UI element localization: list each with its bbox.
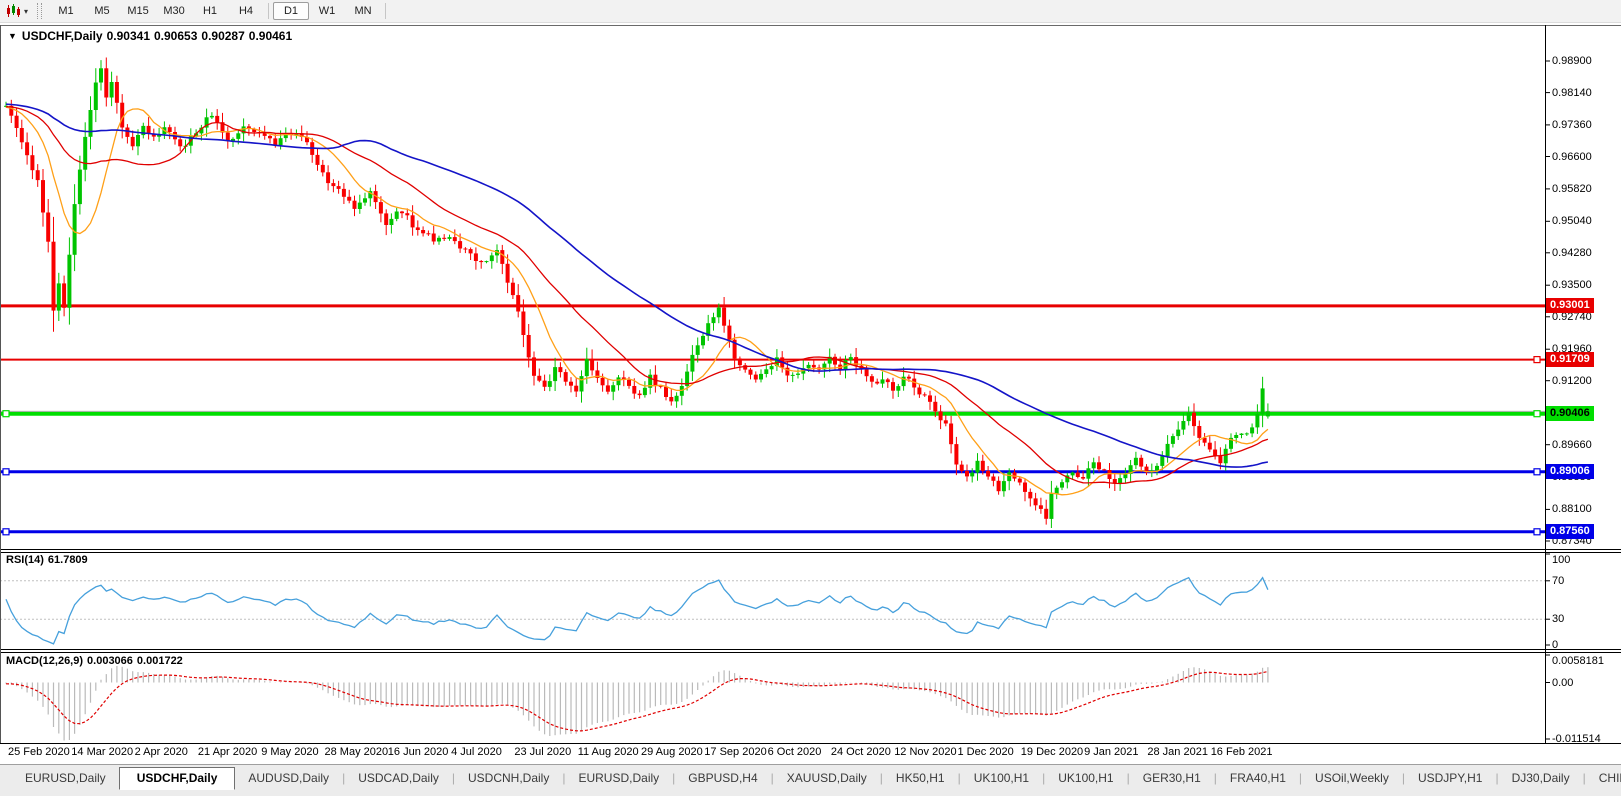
date-label: 1 Dec 2020 <box>958 746 1014 758</box>
tab-gbpusd-h4[interactable]: GBPUSD,H4 <box>675 768 770 789</box>
timeframe-m1-button[interactable]: M1 <box>48 2 84 20</box>
toolbar-grip[interactable] <box>37 3 42 19</box>
tab-usoil-weekly[interactable]: USOil,Weekly <box>1302 768 1402 789</box>
date-label: 29 Aug 2020 <box>641 746 703 758</box>
timeframe-m30-button[interactable]: M30 <box>156 2 192 20</box>
date-label: 2 Apr 2020 <box>135 746 188 758</box>
timeframe-w1-button[interactable]: W1 <box>309 2 345 20</box>
date-label: 24 Oct 2020 <box>831 746 891 758</box>
tab-uk100-h1[interactable]: UK100,H1 <box>1045 768 1126 789</box>
date-label: 4 Jul 2020 <box>451 746 502 758</box>
chart-canvas[interactable] <box>0 25 1621 744</box>
timeframe-m15-button[interactable]: M15 <box>120 2 156 20</box>
tab-hk50-h1[interactable]: HK50,H1 <box>883 768 958 789</box>
date-label: 19 Dec 2020 <box>1021 746 1083 758</box>
date-label: 16 Jun 2020 <box>388 746 449 758</box>
tab-ger30-h1[interactable]: GER30,H1 <box>1130 768 1214 789</box>
date-label: 9 Jan 2021 <box>1084 746 1138 758</box>
timeframe-h1-button[interactable]: H1 <box>192 2 228 20</box>
tab-audusd-daily[interactable]: AUDUSD,Daily <box>235 768 342 789</box>
tab-uk100-h1[interactable]: UK100,H1 <box>961 768 1042 789</box>
date-label: 11 Aug 2020 <box>578 746 639 758</box>
date-label: 28 Jan 2021 <box>1147 746 1208 758</box>
date-label: 14 Mar 2020 <box>71 746 133 758</box>
date-label: 12 Nov 2020 <box>894 746 956 758</box>
tab-usdchf-daily[interactable]: USDCHF,Daily <box>119 767 236 790</box>
date-label: 21 Apr 2020 <box>198 746 257 758</box>
tab-china300-h1[interactable]: CHINA300,H1 <box>1586 768 1621 789</box>
toolbar-separator <box>268 3 269 19</box>
date-label: 16 Feb 2021 <box>1211 746 1273 758</box>
timeframe-d1-button[interactable]: D1 <box>273 2 309 20</box>
timeframe-button-group: M1M5M15M30H1H4 D1W1MN <box>48 2 390 20</box>
chart-tabs: EURUSD,DailyUSDCHF,DailyAUDUSD,Daily|USD… <box>12 768 1621 790</box>
date-label: 25 Feb 2020 <box>8 746 70 758</box>
tab-eurusd-daily[interactable]: EURUSD,Daily <box>565 768 672 789</box>
timeframe-h4-button[interactable]: H4 <box>228 2 264 20</box>
toolbar-separator <box>385 3 386 19</box>
top-toolbar: ▾ M1M5M15M30H1H4 D1W1MN <box>0 0 1621 23</box>
date-label: 23 Jul 2020 <box>514 746 571 758</box>
tab-usdjpy-h1[interactable]: USDJPY,H1 <box>1405 768 1495 789</box>
timeframe-m5-button[interactable]: M5 <box>84 2 120 20</box>
tab-eurusd-daily[interactable]: EURUSD,Daily <box>12 768 119 789</box>
candlestick-chart-icon <box>6 4 22 18</box>
chart-type-button[interactable]: ▾ <box>3 3 31 19</box>
date-label: 6 Oct 2020 <box>768 746 822 758</box>
tab-xauusd-daily[interactable]: XAUUSD,Daily <box>774 768 880 789</box>
timeframe-mn-button[interactable]: MN <box>345 2 381 20</box>
date-label: 17 Sep 2020 <box>704 746 766 758</box>
chevron-down-icon[interactable]: ▾ <box>24 7 28 16</box>
tab-dj30-daily[interactable]: DJ30,Daily <box>1499 768 1583 789</box>
chart-tab-bar: EURUSD,DailyUSDCHF,DailyAUDUSD,Daily|USD… <box>0 764 1621 796</box>
tab-fra40-h1[interactable]: FRA40,H1 <box>1217 768 1299 789</box>
date-label: 28 May 2020 <box>325 746 389 758</box>
tab-usdcad-daily[interactable]: USDCAD,Daily <box>345 768 452 789</box>
date-label: 9 May 2020 <box>261 746 318 758</box>
tab-usdcnh-daily[interactable]: USDCNH,Daily <box>455 768 562 789</box>
time-axis[interactable]: 25 Feb 202014 Mar 20202 Apr 2020 21 Apr 2… <box>0 745 1545 763</box>
